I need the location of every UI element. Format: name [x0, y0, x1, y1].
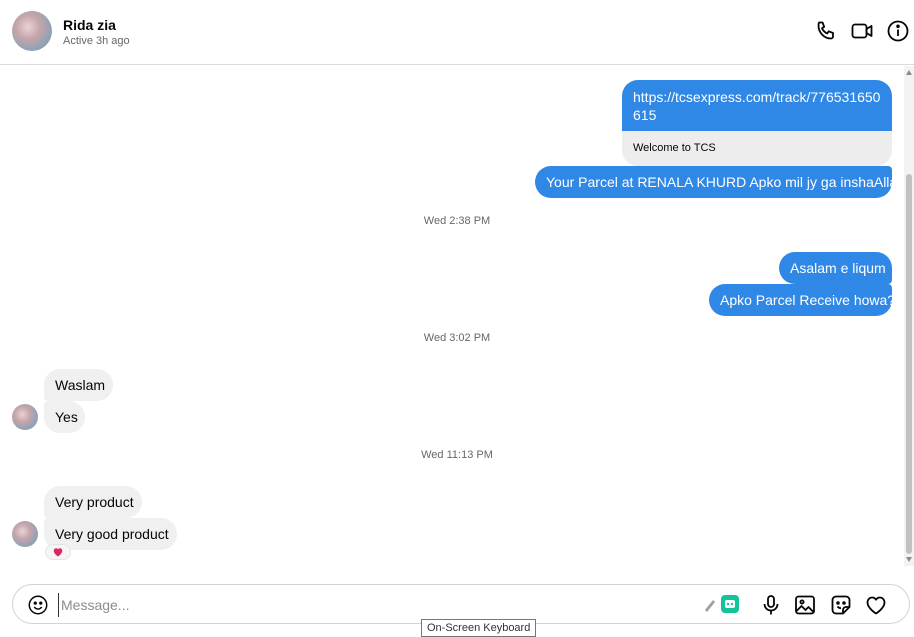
chat-header: Rida zia Active 3h ago — [0, 0, 914, 65]
phone-icon[interactable] — [814, 19, 838, 43]
outgoing-message[interactable]: Asalam e liqum — [779, 252, 892, 284]
contact-avatar-small[interactable] — [12, 404, 38, 430]
grammar-extension-icon[interactable] — [701, 592, 741, 616]
video-call-icon[interactable] — [850, 19, 874, 43]
incoming-message[interactable]: Very product — [44, 486, 142, 518]
info-icon[interactable] — [886, 19, 910, 43]
scroll-down-arrow-icon[interactable] — [906, 557, 912, 562]
like-heart-icon[interactable] — [864, 593, 888, 617]
outgoing-message[interactable]: Your Parcel at RENALA KHURD Apko mil jy … — [535, 166, 905, 198]
contact-avatar-small[interactable] — [12, 521, 38, 547]
contact-avatar[interactable] — [12, 11, 52, 51]
message-input[interactable] — [58, 593, 683, 617]
on-screen-keyboard-tooltip: On-Screen Keyboard — [421, 619, 537, 637]
microphone-icon[interactable] — [759, 593, 783, 617]
message-reaction[interactable] — [45, 544, 71, 560]
contact-status: Active 3h ago — [63, 35, 130, 47]
contact-name[interactable]: Rida zia — [63, 17, 116, 33]
outgoing-message[interactable]: Apko Parcel Receive howa? — [709, 284, 895, 316]
message-composer — [12, 584, 910, 624]
scroll-thumb[interactable] — [906, 174, 912, 554]
message-scrollbar[interactable] — [904, 66, 914, 566]
link-preview-title: Welcome to TCS — [622, 131, 892, 166]
scroll-up-arrow-icon[interactable] — [906, 70, 912, 75]
link-url[interactable]: https://tcsexpress.com/track/77653165061… — [622, 80, 892, 131]
timestamp: Wed 11:13 PM — [421, 449, 493, 461]
timestamp: Wed 2:38 PM — [423, 215, 491, 227]
emoji-icon[interactable] — [27, 594, 49, 616]
timestamp: Wed 3:02 PM — [423, 332, 491, 344]
incoming-message[interactable]: Yes — [44, 401, 85, 433]
heart-icon — [53, 548, 63, 557]
sticker-icon[interactable] — [829, 593, 853, 617]
incoming-message[interactable]: Waslam — [44, 369, 113, 401]
image-icon[interactable] — [793, 593, 817, 617]
link-preview-message[interactable]: https://tcsexpress.com/track/77653165061… — [622, 80, 892, 166]
